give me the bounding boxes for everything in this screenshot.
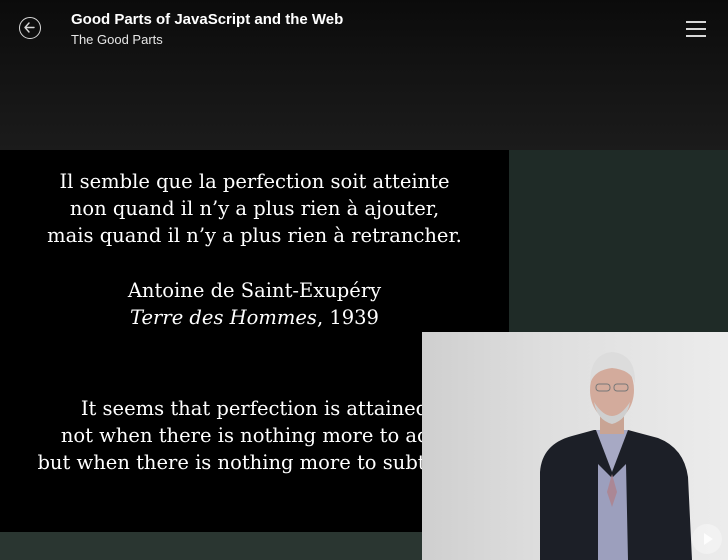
menu-icon-bar: [686, 21, 706, 23]
slide-french-line: non quand il n’y a plus rien à ajouter,: [69, 197, 440, 220]
module-title: The Good Parts: [71, 32, 163, 47]
player-header: Good Parts of JavaScript and the Web The…: [0, 0, 728, 150]
menu-button[interactable]: [686, 19, 708, 37]
video-bottom-strip: [0, 532, 422, 560]
slide-french-line: mais quand il n’y a plus rien à retranch…: [47, 224, 462, 247]
speaker-figure: [540, 352, 692, 560]
slide-french-line: Il semble que la perfection soit atteint…: [59, 170, 450, 193]
play-button[interactable]: [692, 524, 722, 554]
menu-icon-bar: [686, 28, 706, 30]
slide-citation: Terre des Hommes, 1939: [0, 304, 509, 331]
slide-author: Antoine de Saint-Exupéry: [127, 279, 382, 302]
menu-icon-bar: [686, 35, 706, 37]
arrow-left-icon: [24, 22, 35, 33]
speaker-video: [422, 332, 728, 560]
course-title: Good Parts of JavaScript and the Web: [71, 11, 344, 28]
back-button[interactable]: [19, 17, 41, 39]
slide-work-title: Terre des Hommes: [130, 306, 317, 329]
slide-work-year: , 1939: [316, 306, 379, 329]
play-icon: [704, 533, 713, 545]
